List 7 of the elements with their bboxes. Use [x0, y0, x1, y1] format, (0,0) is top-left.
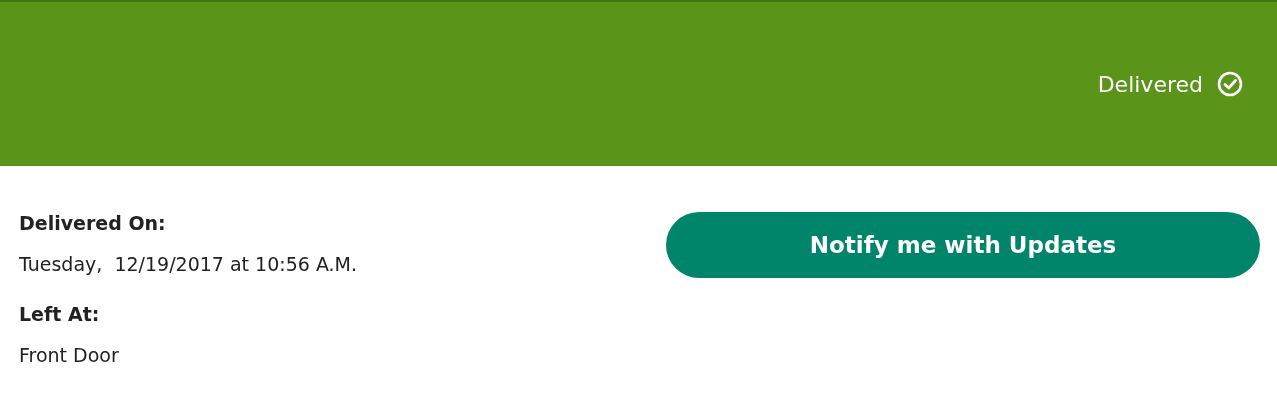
detail-value: Front Door [19, 344, 120, 366]
check-circle-icon [1217, 71, 1243, 97]
status-text: Delivered [1097, 71, 1203, 97]
notify-button[interactable]: Notify me with Updates [666, 212, 1260, 278]
detail-value: Tuesday, 12/19/2017 at 10:56 A.M. [19, 253, 358, 275]
detail-label: Delivered On: [19, 212, 167, 234]
detail-label: Left At: [19, 303, 101, 325]
